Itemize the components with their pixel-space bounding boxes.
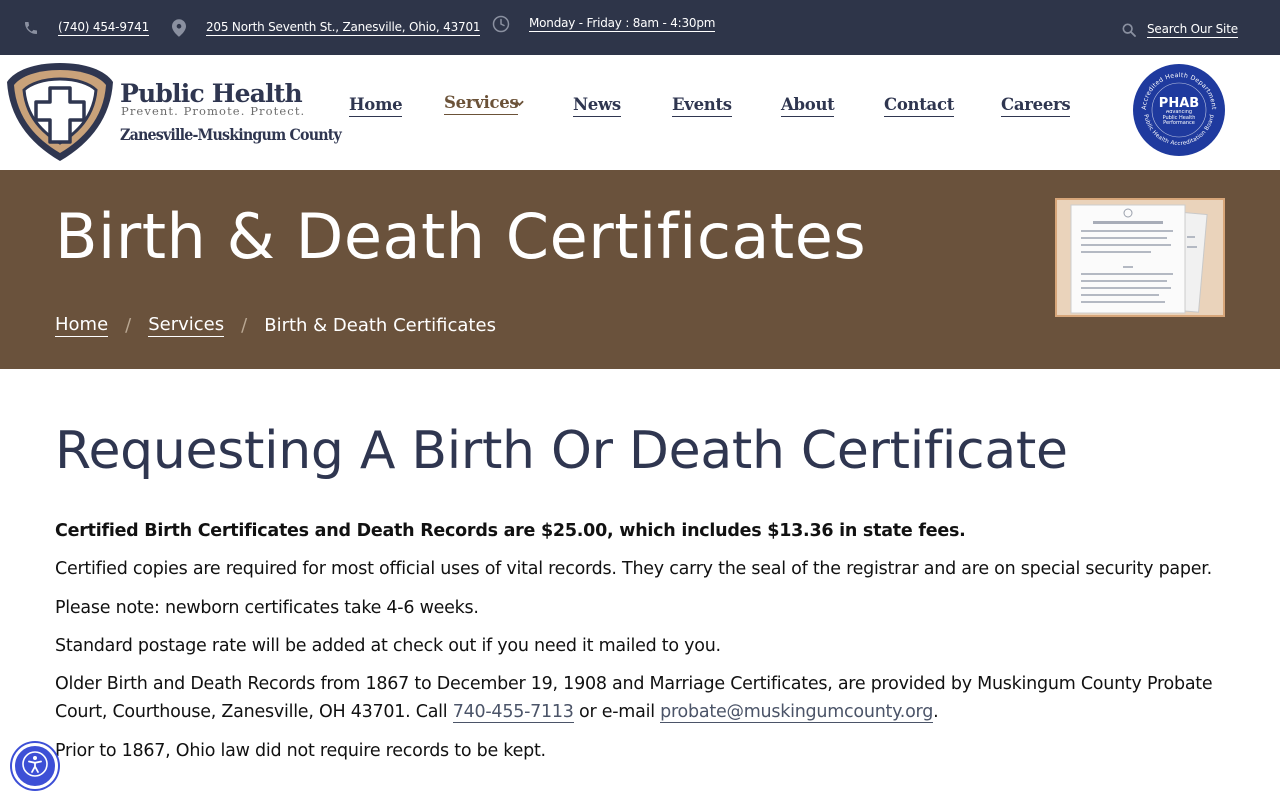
phab-name: PHAB bbox=[1159, 96, 1199, 111]
breadcrumb-home[interactable]: Home bbox=[55, 314, 109, 337]
pre-1867-text: Prior to 1867, Ohio law did not require … bbox=[55, 741, 546, 761]
certified-copies-text: Certified copies are required for most o… bbox=[55, 559, 1212, 579]
page-banner: Birth & Death Certificates Home / Servic… bbox=[0, 170, 1280, 369]
breadcrumb: Home / Services / Birth & Death Certific… bbox=[55, 314, 496, 337]
phone-icon bbox=[22, 19, 40, 37]
probate-email-link[interactable]: probate@muskingumcounty.org bbox=[660, 702, 933, 723]
older-records-mid: or e-mail bbox=[573, 702, 661, 722]
page-title: Birth & Death Certificates bbox=[55, 200, 867, 273]
older-records-end: . bbox=[933, 702, 939, 722]
nav-events[interactable]: Events bbox=[672, 95, 732, 117]
older-records-text: Older Birth and Death Records from 1867 … bbox=[55, 670, 1215, 726]
location-pin-icon bbox=[170, 18, 188, 37]
logo-county: Zanesville-Muskingum County bbox=[120, 125, 342, 144]
top-info-bar: (740) 454-9741 205 North Seventh St., Za… bbox=[0, 0, 1280, 55]
probate-phone-link[interactable]: 740-455-7113 bbox=[452, 702, 574, 723]
phone-group: (740) 454-9741 bbox=[22, 0, 149, 55]
phab-seal-icon: Accredited Health Department Public Heal… bbox=[1133, 64, 1225, 156]
section-heading: Requesting A Birth Or Death Certificate bbox=[55, 421, 1068, 481]
site-logo[interactable]: Public Health Prevent. Promote. Protect.… bbox=[5, 60, 342, 164]
breadcrumb-current: Birth & Death Certificates bbox=[264, 315, 496, 336]
search-group[interactable]: Search Our Site bbox=[1120, 2, 1238, 57]
phab-accreditation-badge[interactable]: Accredited Health Department Public Heal… bbox=[1132, 63, 1226, 157]
nav-careers[interactable]: Careers bbox=[1001, 95, 1071, 117]
chevron-down-icon[interactable] bbox=[515, 99, 524, 110]
newborn-note: Please note: newborn certificates take 4… bbox=[55, 598, 479, 618]
hours-group: Monday - Friday : 8am - 4:30pm bbox=[492, 0, 715, 51]
accessibility-icon bbox=[21, 750, 49, 782]
fee-notice: Certified Birth Certificates and Death R… bbox=[55, 521, 966, 541]
nav-about[interactable]: About bbox=[781, 95, 835, 117]
certificate-document-image bbox=[1055, 198, 1225, 317]
phab-tagline: Advancing Public Health Performance bbox=[1162, 110, 1196, 127]
shield-logo-icon bbox=[7, 63, 113, 161]
accessibility-button[interactable] bbox=[12, 743, 58, 789]
logo-tagline: Prevent. Promote. Protect. bbox=[121, 104, 306, 118]
nav-news[interactable]: News bbox=[573, 95, 621, 117]
clock-icon bbox=[492, 15, 510, 33]
search-site-link[interactable]: Search Our Site bbox=[1147, 22, 1238, 38]
nav-contact[interactable]: Contact bbox=[884, 95, 954, 117]
hours-link[interactable]: Monday - Friday : 8am - 4:30pm bbox=[529, 16, 715, 32]
search-icon[interactable] bbox=[1120, 21, 1138, 39]
site-header: Public Health Prevent. Promote. Protect.… bbox=[0, 55, 1280, 170]
address-group: 205 North Seventh St., Zanesville, Ohio,… bbox=[170, 0, 481, 55]
nav-services[interactable]: Services bbox=[444, 93, 519, 115]
phone-link[interactable]: (740) 454-9741 bbox=[58, 20, 149, 36]
postage-text: Standard postage rate will be added at c… bbox=[55, 636, 721, 656]
nav-home[interactable]: Home bbox=[349, 95, 403, 117]
breadcrumb-separator: / bbox=[241, 315, 248, 336]
breadcrumb-services[interactable]: Services bbox=[148, 314, 225, 337]
address-link[interactable]: 205 North Seventh St., Zanesville, Ohio,… bbox=[206, 20, 481, 36]
breadcrumb-separator: / bbox=[125, 315, 132, 336]
